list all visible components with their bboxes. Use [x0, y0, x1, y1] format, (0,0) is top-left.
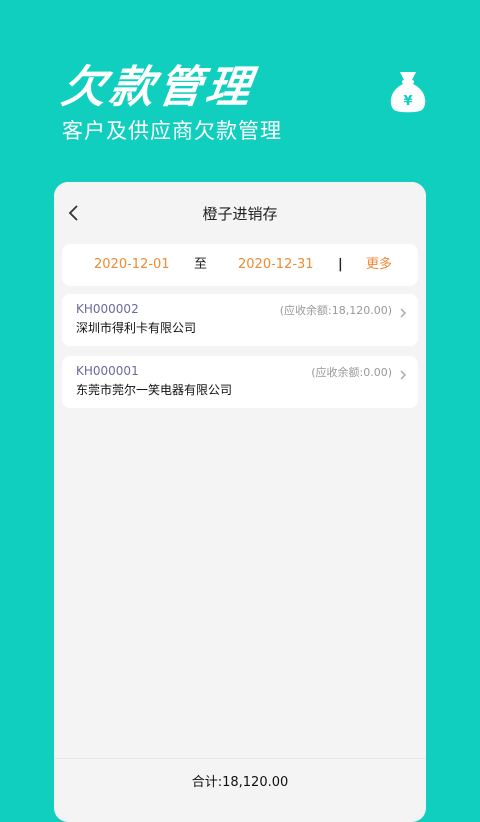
- date-filter-bar: 2020-12-01 至 2020-12-31 | 更多: [62, 244, 418, 286]
- list-item[interactable]: KH000002 深圳市得利卡有限公司 (应收余额:18,120.00): [62, 294, 418, 346]
- hero-subtitle: 客户及供应商欠款管理: [62, 119, 282, 143]
- more-button[interactable]: 更多: [366, 257, 392, 273]
- hero-title: 欠款管理: [58, 62, 258, 113]
- to-label: 至: [194, 257, 208, 272]
- divider: |: [338, 257, 343, 272]
- list-item[interactable]: KH000001 东莞市莞尔一笑电器有限公司 (应收余额:0.00): [62, 356, 418, 408]
- nav-bar: 橙子进销存: [54, 182, 426, 244]
- customer-name: 东莞市莞尔一笑电器有限公司: [76, 383, 233, 397]
- customer-code: KH000002: [76, 302, 139, 316]
- balance-label: (应收余额:18,120.00): [279, 304, 392, 317]
- balance-label: (应收余额:0.00): [311, 366, 392, 379]
- app-panel: 橙子进销存 2020-12-01 至 2020-12-31 | 更多 KH000…: [54, 182, 426, 822]
- chevron-right-icon: [398, 366, 408, 380]
- total-footer: 合计:18,120.00: [54, 758, 426, 801]
- chevron-left-icon[interactable]: [64, 203, 84, 223]
- money-bag-icon: ¥: [386, 68, 430, 114]
- total-amount: 合计:18,120.00: [191, 774, 289, 790]
- start-date-picker[interactable]: 2020-12-01: [94, 257, 170, 273]
- currency-symbol: ¥: [403, 94, 412, 109]
- chevron-right-icon: [398, 304, 408, 318]
- end-date-picker[interactable]: 2020-12-31: [238, 257, 314, 273]
- customer-code: KH000001: [76, 364, 139, 378]
- customer-name: 深圳市得利卡有限公司: [76, 321, 197, 335]
- app-title: 橙子进销存: [202, 204, 278, 223]
